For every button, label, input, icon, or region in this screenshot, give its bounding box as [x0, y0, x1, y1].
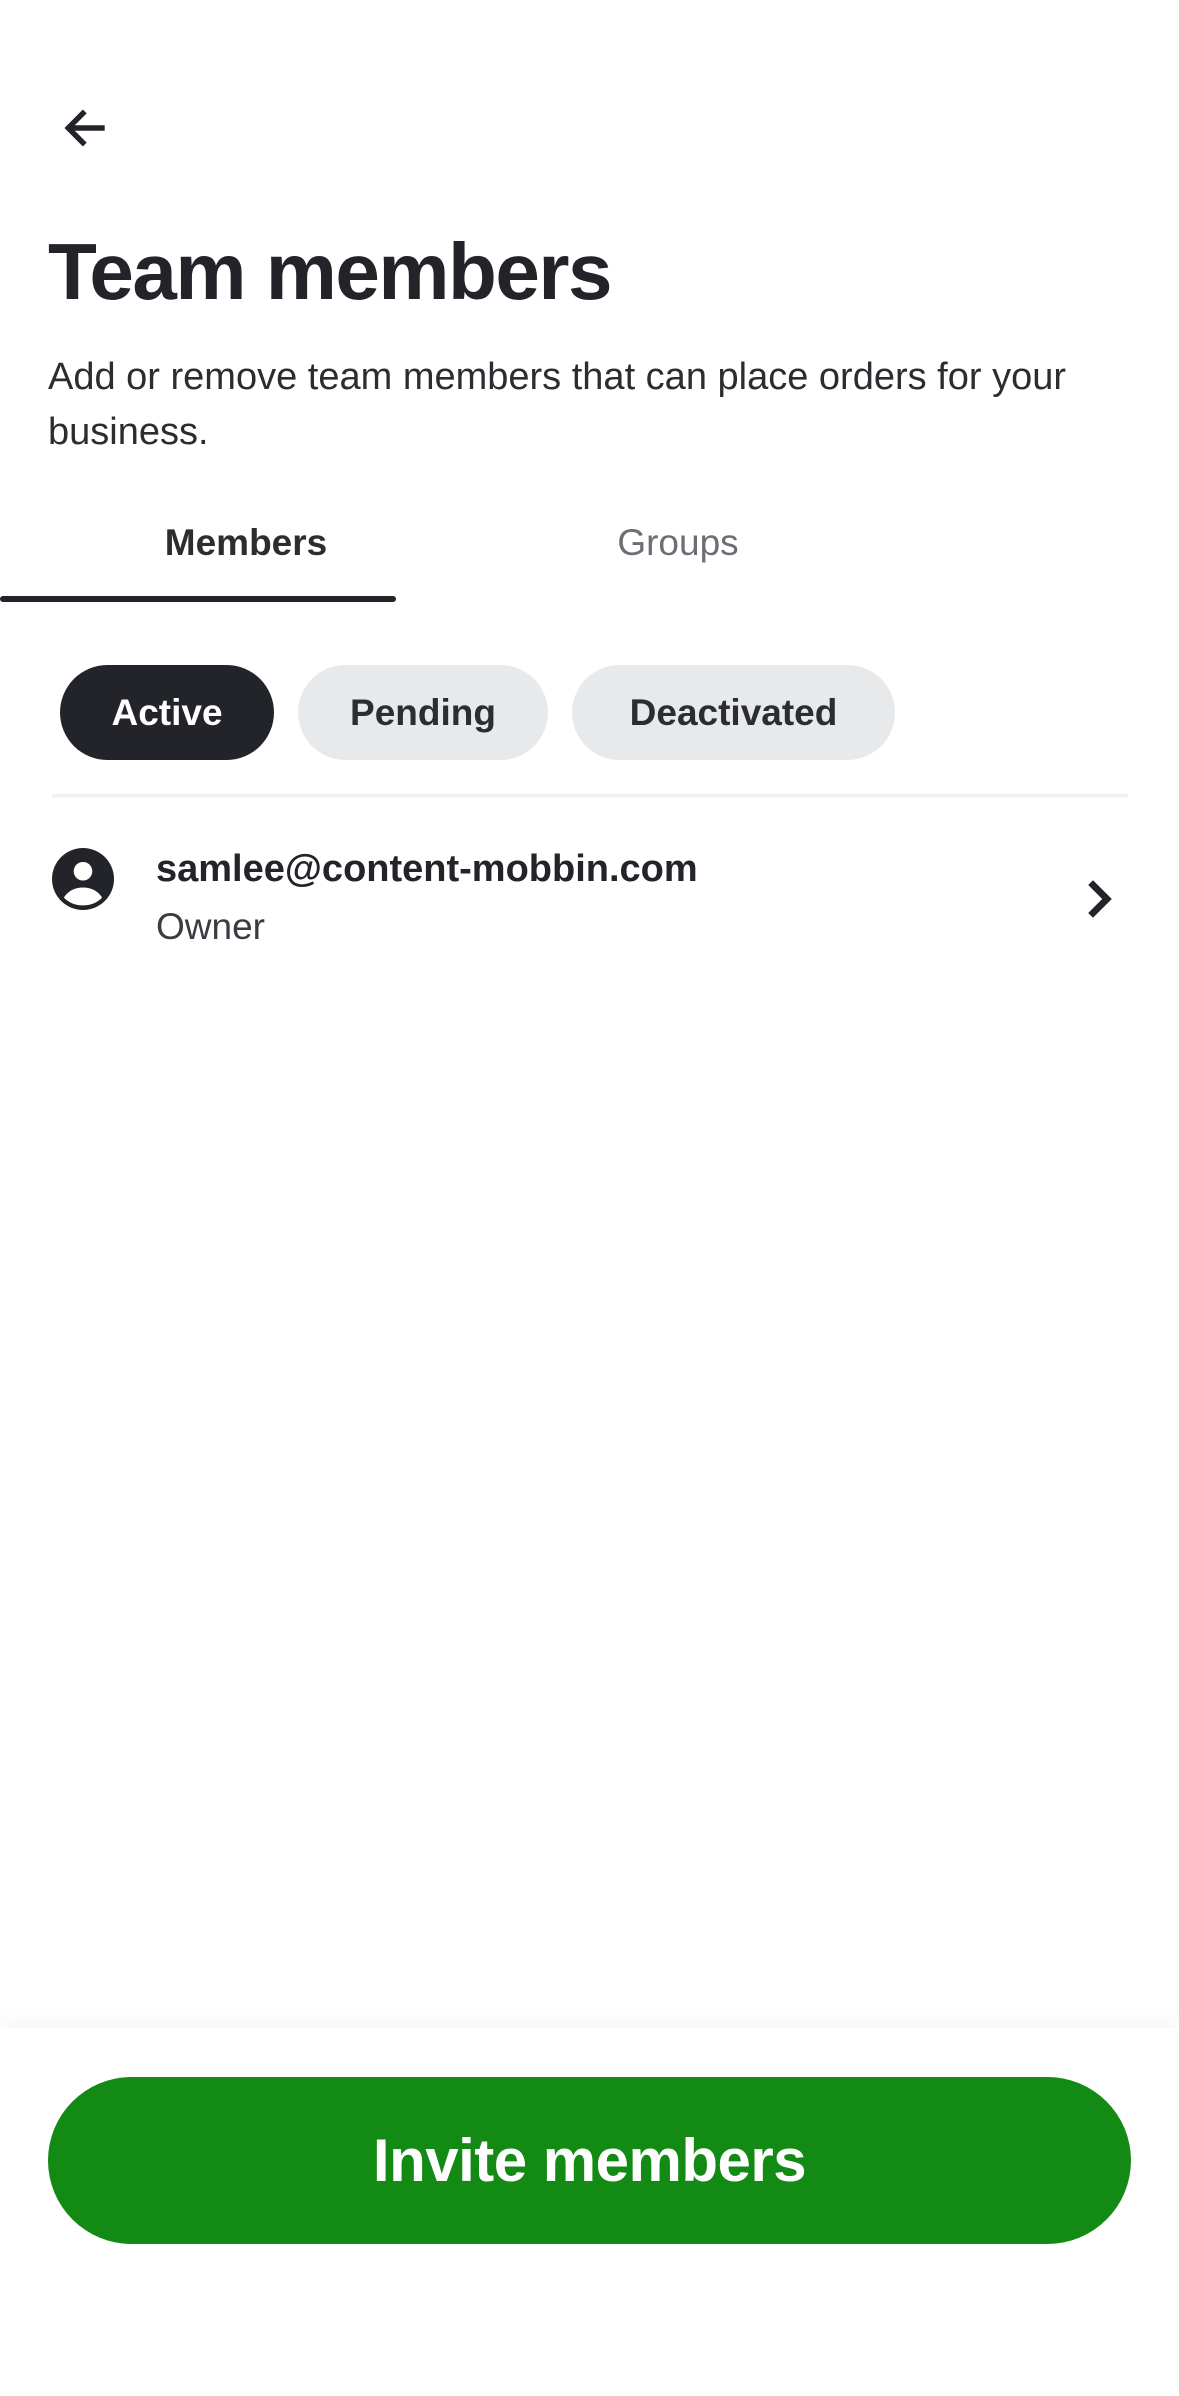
invite-members-button[interactable]: Invite members	[48, 2077, 1131, 2244]
back-button[interactable]	[48, 92, 120, 164]
filter-chip-pending[interactable]: Pending	[298, 665, 548, 760]
page-subtitle: Add or remove team members that can plac…	[48, 356, 1067, 453]
filter-chip-active[interactable]: Active	[60, 665, 274, 760]
member-list-item[interactable]: samlee@content-mobbin.com Owner	[48, 830, 1131, 970]
page-title: Team members	[48, 227, 613, 316]
tab-members[interactable]: Members	[48, 508, 444, 604]
chevron-right-icon	[1088, 880, 1112, 918]
member-email: samlee@content-mobbin.com	[156, 848, 698, 890]
tab-selected-indicator	[0, 596, 396, 602]
tab-groups[interactable]: Groups	[480, 508, 876, 604]
arrow-left-icon	[64, 109, 105, 147]
tab-bar: Members Groups	[48, 508, 1131, 604]
member-role: Owner	[156, 906, 265, 947]
filter-chip-deactivated[interactable]: Deactivated	[572, 665, 895, 760]
team-members-screen: Team members Add or remove team members …	[0, 0, 1179, 2396]
status-filter-chips: Active Pending Deactivated	[60, 665, 895, 760]
list-divider	[52, 794, 1128, 798]
user-circle-icon	[52, 848, 114, 910]
